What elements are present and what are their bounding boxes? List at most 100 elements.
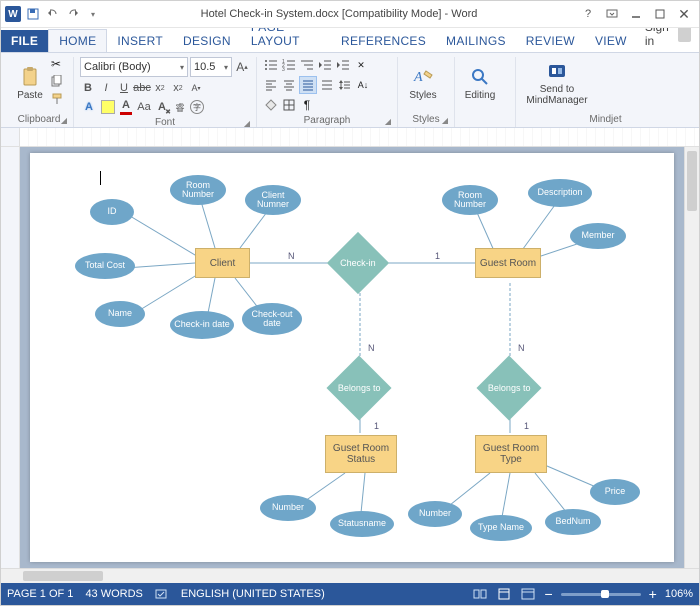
attr-checkout-date[interactable]: Check-out date bbox=[242, 303, 302, 335]
font-family-combo[interactable]: Calibri (Body)▾ bbox=[80, 57, 188, 77]
tab-references[interactable]: REFERENCES bbox=[331, 30, 436, 52]
align-left-button[interactable] bbox=[263, 77, 279, 93]
styles-launcher[interactable]: ◢ bbox=[442, 116, 448, 125]
horizontal-ruler[interactable] bbox=[1, 128, 699, 147]
sort-button[interactable]: A↓ bbox=[355, 77, 371, 93]
horizontal-scrollbar[interactable] bbox=[1, 568, 699, 583]
vertical-scrollbar[interactable] bbox=[684, 147, 699, 568]
zoom-slider[interactable] bbox=[561, 593, 641, 596]
qat-customize-button[interactable]: ▾ bbox=[85, 6, 101, 22]
save-button[interactable] bbox=[25, 6, 41, 22]
tab-mailings[interactable]: MAILINGS bbox=[436, 30, 516, 52]
editing-button[interactable]: Editing bbox=[461, 57, 499, 109]
grow-font-button[interactable]: A▴ bbox=[234, 59, 250, 75]
zoom-out-button[interactable]: − bbox=[544, 586, 552, 602]
status-words[interactable]: 43 WORDS bbox=[85, 588, 142, 600]
bullets-button[interactable] bbox=[263, 57, 279, 73]
close-button[interactable]: ✕ bbox=[673, 5, 695, 23]
borders-button[interactable] bbox=[281, 97, 297, 113]
attr-bed-num[interactable]: BedNum bbox=[545, 509, 601, 535]
attr-name[interactable]: Name bbox=[95, 301, 145, 327]
bold-button[interactable]: B bbox=[80, 80, 96, 96]
entity-guest-room-status[interactable]: Guset Room Status bbox=[325, 435, 397, 473]
shading-button[interactable] bbox=[263, 97, 279, 113]
undo-button[interactable] bbox=[45, 6, 61, 22]
numbering-button[interactable]: 123 bbox=[281, 57, 297, 73]
attr-total-cost[interactable]: Total Cost bbox=[75, 253, 135, 279]
redo-button[interactable] bbox=[65, 6, 81, 22]
paste-button[interactable]: Paste bbox=[11, 57, 49, 109]
change-case-button[interactable]: Aa bbox=[136, 99, 152, 115]
attr-checkin-date[interactable]: Check-in date bbox=[170, 311, 234, 339]
attr-type-name[interactable]: Type Name bbox=[470, 515, 532, 541]
attr-status-number[interactable]: Number bbox=[260, 495, 316, 521]
maximize-button[interactable] bbox=[649, 5, 671, 23]
show-marks-button[interactable]: ¶ bbox=[299, 97, 315, 113]
font-size-combo[interactable]: 10.5▾ bbox=[190, 57, 232, 77]
decrease-indent-button[interactable] bbox=[317, 57, 333, 73]
styles-label: Styles bbox=[409, 90, 436, 101]
view-web-button[interactable] bbox=[520, 587, 536, 601]
zoom-value[interactable]: 106% bbox=[665, 588, 693, 600]
subscript-button[interactable]: x2 bbox=[152, 80, 168, 96]
cut-button[interactable]: ✂ bbox=[51, 57, 65, 71]
tab-view[interactable]: VIEW bbox=[585, 30, 637, 52]
attr-id[interactable]: ID bbox=[90, 199, 134, 225]
format-painter-button[interactable] bbox=[51, 93, 65, 107]
attr-room-number[interactable]: Room Number bbox=[170, 175, 226, 205]
vertical-ruler[interactable] bbox=[1, 147, 20, 568]
status-spellcheck-icon[interactable] bbox=[155, 588, 169, 600]
status-language[interactable]: ENGLISH (UNITED STATES) bbox=[181, 588, 325, 600]
attr-type-number[interactable]: Number bbox=[408, 501, 462, 527]
help-button[interactable]: ? bbox=[577, 5, 599, 23]
tab-home[interactable]: HOME bbox=[48, 29, 107, 52]
phonetic-button[interactable]: 睿 bbox=[172, 99, 188, 115]
asian-layout-button[interactable]: ✕ bbox=[353, 57, 369, 73]
paragraph-launcher[interactable]: ◢ bbox=[385, 117, 391, 126]
minimize-button[interactable] bbox=[625, 5, 647, 23]
tab-page-layout[interactable]: PAGE LAYOUT bbox=[241, 28, 331, 52]
font-color-button[interactable]: A bbox=[118, 99, 134, 115]
font-launcher[interactable]: ◢ bbox=[244, 119, 250, 128]
attr-member[interactable]: Member bbox=[570, 223, 626, 249]
underline-button[interactable]: U bbox=[116, 80, 132, 96]
superscript-button[interactable]: x2 bbox=[170, 80, 186, 96]
line-spacing-button[interactable] bbox=[337, 77, 353, 93]
attr-price[interactable]: Price bbox=[590, 479, 640, 505]
ribbon-options-button[interactable] bbox=[601, 5, 623, 23]
tab-file[interactable]: FILE bbox=[1, 30, 48, 52]
enclose-button[interactable]: 字 bbox=[190, 100, 204, 114]
view-print-button[interactable] bbox=[496, 587, 512, 601]
entity-guest-room[interactable]: Guest Room bbox=[475, 248, 541, 278]
status-page[interactable]: PAGE 1 OF 1 bbox=[7, 588, 73, 600]
attr-room-number2[interactable]: Room Number bbox=[442, 185, 498, 215]
styles-button[interactable]: A Styles bbox=[404, 57, 442, 109]
italic-button[interactable]: I bbox=[98, 80, 114, 96]
attr-client-number[interactable]: Client Numner bbox=[245, 185, 301, 215]
clear-format-button[interactable]: A✖ bbox=[154, 99, 170, 115]
copy-button[interactable] bbox=[51, 75, 65, 89]
distributed-button[interactable] bbox=[319, 77, 335, 93]
tab-insert[interactable]: INSERT bbox=[107, 30, 173, 52]
text-effects-button[interactable]: A bbox=[80, 99, 98, 115]
attr-description[interactable]: Description bbox=[528, 179, 592, 207]
tab-review[interactable]: REVIEW bbox=[516, 30, 585, 52]
document-viewport[interactable]: ID Room Number Client Numner Total Cost … bbox=[20, 147, 684, 568]
align-center-button[interactable] bbox=[281, 77, 297, 93]
attr-status-name[interactable]: Statusname bbox=[330, 511, 394, 537]
send-to-mindmanager-button[interactable]: Send to MindManager bbox=[522, 57, 592, 109]
view-read-button[interactable] bbox=[472, 587, 488, 601]
sign-in-button[interactable]: Sign in bbox=[637, 28, 699, 52]
increase-indent-button[interactable] bbox=[335, 57, 351, 73]
align-justify-button[interactable] bbox=[299, 76, 317, 94]
group-paragraph: 123 ✕ A↓ ¶ bbox=[257, 57, 398, 127]
entity-client[interactable]: Client bbox=[195, 248, 250, 278]
zoom-in-button[interactable]: + bbox=[649, 586, 657, 602]
clipboard-launcher[interactable]: ◢ bbox=[61, 116, 67, 125]
tab-design[interactable]: DESIGN bbox=[173, 30, 241, 52]
shrink-font-button[interactable]: A▾ bbox=[188, 80, 204, 96]
multilevel-button[interactable] bbox=[299, 57, 315, 73]
strikethrough-button[interactable]: abc bbox=[134, 80, 150, 96]
entity-guest-room-type[interactable]: Guest Room Type bbox=[475, 435, 547, 473]
highlight-button[interactable] bbox=[100, 99, 116, 115]
